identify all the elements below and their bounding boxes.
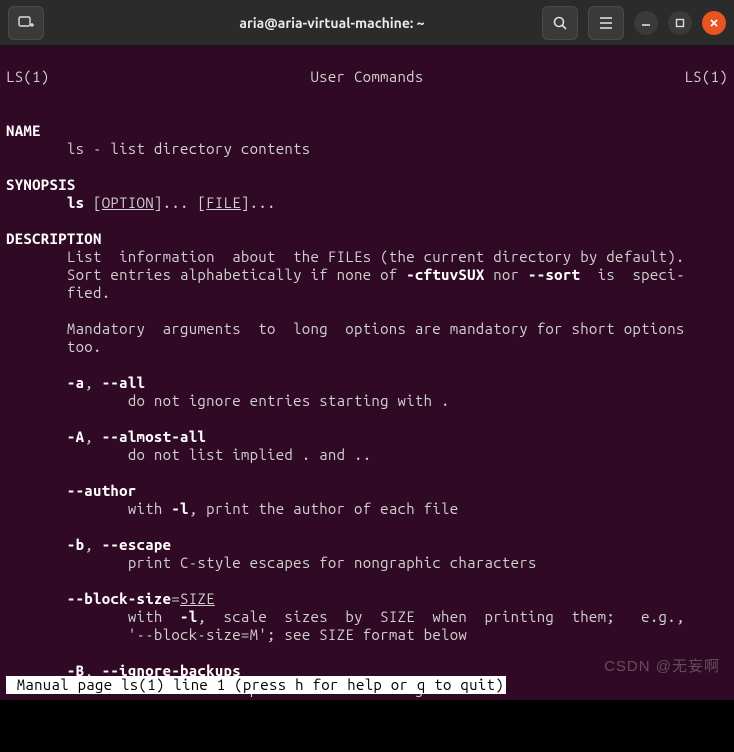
opt-a-short: -a (67, 374, 84, 391)
opt-b-long: --escape (102, 536, 172, 553)
minimize-icon (641, 18, 651, 28)
section-synopsis: SYNOPSIS (6, 176, 76, 193)
maximize-icon (675, 18, 685, 28)
terminal-content[interactable]: LS(1) User Commands LS(1) NAME ls - list d… (0, 46, 734, 700)
opt-author-desc2: , print the author of each file (189, 500, 459, 517)
titlebar-left (8, 6, 138, 40)
minimize-button[interactable] (634, 11, 658, 35)
desc-line2a: Sort entries alphabetically if none of (67, 266, 406, 283)
opt-bs-desc1a: with (128, 608, 180, 625)
desc-line2e: is speci‐ (580, 266, 685, 283)
search-button[interactable] (542, 6, 578, 40)
desc-line5: too. (67, 338, 102, 355)
desc-line4: Mandatory arguments to long options are … (67, 320, 685, 337)
man-status-line: Manual page ls(1) line 1 (press h for he… (6, 676, 506, 694)
syn-file: FILE (206, 194, 241, 211)
man-header: LS(1) User Commands LS(1) (6, 68, 728, 86)
window-title: aria@aria-virtual-machine: ~ (138, 15, 526, 31)
opt-b-short: -b (67, 536, 84, 553)
opt-A-short: -A (67, 428, 84, 445)
desc-cftuvSUX: -cftuvSUX (406, 266, 484, 283)
desc-line2c: nor (485, 266, 529, 283)
syn-option: OPTION (102, 194, 154, 211)
man-hdr-center: User Commands (310, 68, 423, 86)
watermark: CSDN @无妄啊 (604, 658, 720, 676)
maximize-button[interactable] (668, 11, 692, 35)
new-tab-icon (18, 16, 34, 30)
search-icon (553, 16, 567, 30)
close-icon (709, 18, 719, 28)
opt-b-desc: print C-style escapes for nongraphic cha… (128, 554, 537, 571)
section-description: DESCRIPTION (6, 230, 102, 247)
opt-author-desc1: with (128, 500, 172, 517)
menu-button[interactable] (588, 6, 624, 40)
syn-cmd: ls (67, 194, 84, 211)
opt-author-l: -l (171, 500, 188, 517)
titlebar-right (526, 6, 726, 40)
opt-blocksize-arg: SIZE (180, 590, 215, 607)
opt-bs-desc2: '--block-size=M'; see SIZE format below (128, 626, 467, 643)
desc-sort: --sort (528, 266, 580, 283)
desc-line1: List information about the FILEs (the cu… (67, 248, 685, 265)
opt-a-desc: do not ignore entries starting with . (128, 392, 450, 409)
opt-a-long: --all (102, 374, 146, 391)
opt-bs-l: -l (180, 608, 197, 625)
man-hdr-left: LS(1) (6, 68, 50, 86)
opt-A-desc: do not list implied . and .. (128, 446, 372, 463)
man-hdr-right: LS(1) (684, 68, 728, 86)
opt-A-long: --almost-all (102, 428, 206, 445)
opt-blocksize: --block-size (67, 590, 171, 607)
hamburger-icon (599, 17, 613, 29)
window-titlebar: aria@aria-virtual-machine: ~ (0, 0, 734, 46)
name-line: ls - list directory contents (67, 140, 311, 157)
opt-bs-desc1c: , scale sizes by SIZE when printing them… (197, 608, 684, 625)
section-name: NAME (6, 122, 41, 139)
new-tab-button[interactable] (8, 6, 44, 40)
desc-line3: fied. (67, 284, 111, 301)
opt-author: --author (67, 482, 137, 499)
close-button[interactable] (702, 11, 726, 35)
